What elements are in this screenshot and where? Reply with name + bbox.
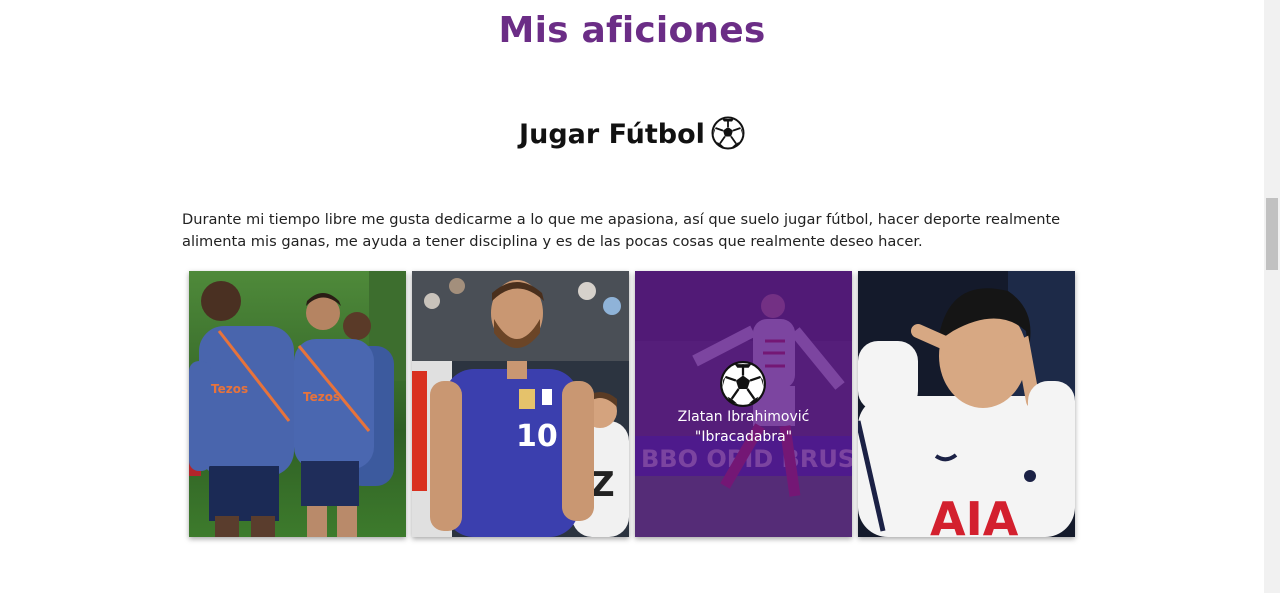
svg-text:AIA: AIA <box>930 492 1019 537</box>
section-title-text: Jugar Fútbol <box>519 119 705 150</box>
hobby-description: Durante mi tiempo libre me gusta dedicar… <box>182 211 1061 250</box>
svg-text:Tezos: Tezos <box>303 390 340 404</box>
page: Mis aficiones Jugar Fútbol Durante mi ti… <box>0 0 1264 593</box>
svg-text:10: 10 <box>516 419 558 454</box>
gallery-card-gesture[interactable]: AIA <box>858 271 1075 537</box>
gallery-card-number-10[interactable]: Z 10 <box>412 271 629 537</box>
scrollbar[interactable] <box>1264 0 1280 593</box>
soccer-ball-icon <box>711 116 745 157</box>
player-gesture-photo: AIA <box>858 271 1075 537</box>
svg-text:Tezos: Tezos <box>211 382 248 396</box>
section-title: Jugar Fútbol <box>0 116 1264 157</box>
page-title: Mis aficiones <box>498 10 766 51</box>
gallery-card-zlatan[interactable]: BBO OPID BRUS Zlatan Ibrahimović "Ibraca… <box>635 271 852 537</box>
soccer-ball-icon <box>719 360 767 413</box>
players-training-photo: Tezos Tezos <box>189 271 406 537</box>
card-caption: Zlatan Ibrahimović "Ibracadabra" <box>635 407 852 447</box>
card-caption-name: Zlatan Ibrahimović <box>677 409 810 425</box>
photo-gallery: Tezos Tezos Z 10 Zlatan Ibrahimović "Ibr… <box>189 271 1075 537</box>
gallery-card-training[interactable]: Tezos Tezos <box>189 271 406 537</box>
card-caption-nickname: "Ibracadabra" <box>694 429 793 445</box>
scrollbar-thumb[interactable] <box>1266 198 1278 270</box>
player-number-10-photo: Z 10 <box>412 271 629 537</box>
